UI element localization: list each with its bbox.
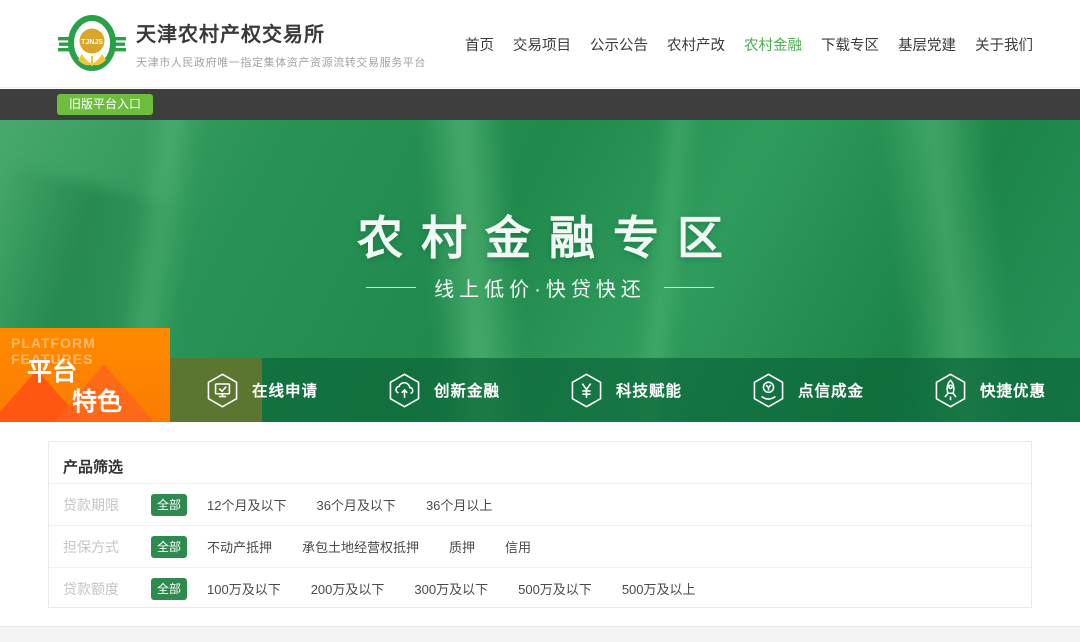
filter-row-label: 贷款额度: [63, 579, 137, 599]
cloud-up-icon: [386, 372, 423, 409]
filter-all-button[interactable]: 全部: [151, 494, 187, 516]
filter-all-button[interactable]: 全部: [151, 578, 187, 600]
tab-online-apply[interactable]: 在线申请: [170, 358, 352, 422]
hero-banner: 农村金融专区 线上低价·快贷快还 PLATFORM FEATURES 平台 特色: [0, 120, 1080, 422]
filter-options: 12个月及以下 36个月及以下 36个月以上: [207, 495, 522, 514]
filter-panel-title: 产品筛选: [63, 456, 123, 477]
filter-option[interactable]: 质押: [449, 537, 475, 556]
tab-label: 点信成金: [798, 379, 864, 401]
subtitle-line-left: [366, 287, 416, 288]
filter-option[interactable]: 300万及以下: [414, 579, 488, 598]
site-title: 天津农村产权交易所: [136, 18, 426, 47]
filter-all-button[interactable]: 全部: [151, 536, 187, 558]
filter-option[interactable]: 500万及以下: [518, 579, 592, 598]
logo-group[interactable]: TJNJS 天津农村产权交易所 天津市人民政府唯一指定集体资产资源流转交易服务平…: [58, 14, 426, 74]
old-platform-entry-button[interactable]: 旧版平台入口: [57, 94, 153, 115]
tab-innovative-finance[interactable]: 创新金融: [352, 358, 534, 422]
coin-hand-icon: [750, 372, 787, 409]
filter-option[interactable]: 36个月及以下: [316, 495, 395, 514]
rocket-icon: [932, 372, 969, 409]
tab-label: 科技赋能: [616, 379, 682, 401]
tab-credit-to-gold[interactable]: 点信成金: [716, 358, 898, 422]
nav-item-announcements[interactable]: 公示公告: [590, 34, 648, 55]
nav-item-trade-projects[interactable]: 交易项目: [513, 34, 571, 55]
site-logo-icon: TJNJS: [58, 14, 126, 74]
yen-icon: [568, 372, 605, 409]
nav-item-rural-finance[interactable]: 农村金融: [744, 34, 802, 55]
tab-label: 创新金融: [434, 379, 500, 401]
main-nav: 首页 交易项目 公示公告 农村产改 农村金融 下载专区 基层党建 关于我们: [465, 0, 1033, 88]
site-header: TJNJS 天津农村产权交易所 天津市人民政府唯一指定集体资产资源流转交易服务平…: [0, 0, 1080, 88]
tab-tech-empowerment[interactable]: 科技赋能: [534, 358, 716, 422]
nav-item-home[interactable]: 首页: [465, 34, 494, 55]
nav-item-party-building[interactable]: 基层党建: [898, 34, 956, 55]
site-subtitle: 天津市人民政府唯一指定集体资产资源流转交易服务平台: [136, 54, 426, 70]
page: TJNJS 天津农村产权交易所 天津市人民政府唯一指定集体资产资源流转交易服务平…: [0, 0, 1080, 642]
filter-option[interactable]: 36个月以上: [426, 495, 492, 514]
platform-features-block: PLATFORM FEATURES 平台 特色: [0, 328, 170, 422]
filter-row-label: 贷款期限: [63, 495, 137, 515]
features-title-line2: 特色: [72, 382, 122, 418]
nav-item-rural-reform[interactable]: 农村产改: [667, 34, 725, 55]
subtitle-line-right: [664, 287, 714, 288]
filter-row-loan-term: 贷款期限 全部 12个月及以下 36个月及以下 36个月以上: [49, 483, 1031, 525]
filter-row-label: 担保方式: [63, 537, 137, 557]
filter-option[interactable]: 承包土地经营权抵押: [302, 537, 419, 556]
tab-label: 快捷优惠: [980, 379, 1046, 401]
filter-options: 不动产抵押 承包土地经营权抵押 质押 信用: [207, 537, 561, 556]
title-block: 天津农村产权交易所 天津市人民政府唯一指定集体资产资源流转交易服务平台: [136, 18, 426, 70]
filter-option[interactable]: 500万及以上: [622, 579, 696, 598]
filter-row-guarantee-type: 担保方式 全部 不动产抵押 承包土地经营权抵押 质押 信用: [49, 525, 1031, 567]
banner-subtitle-row: 线上低价·快贷快还: [0, 272, 1080, 302]
filter-options: 100万及以下 200万及以下 300万及以下 500万及以下 500万及以上: [207, 579, 726, 598]
features-title-line1: 平台: [27, 352, 77, 388]
logo-text: TJNJS: [81, 39, 103, 46]
filter-option[interactable]: 200万及以下: [311, 579, 385, 598]
banner-title: 农村金融专区: [0, 202, 1080, 268]
nav-item-downloads[interactable]: 下载专区: [821, 34, 879, 55]
feature-tabs: 在线申请 创新金融 科技赋能: [170, 358, 1080, 422]
tab-label: 在线申请: [252, 379, 318, 401]
monitor-check-icon: [204, 372, 241, 409]
banner-subtitle: 线上低价·快贷快还: [434, 273, 646, 302]
tab-quick-discount[interactable]: 快捷优惠: [898, 358, 1080, 422]
filter-row-loan-amount: 贷款额度 全部 100万及以下 200万及以下 300万及以下 500万及以下 …: [49, 567, 1031, 609]
topbar: 旧版平台入口: [0, 89, 1080, 120]
filter-option[interactable]: 100万及以下: [207, 579, 281, 598]
filter-option[interactable]: 不动产抵押: [207, 537, 272, 556]
nav-item-about-us[interactable]: 关于我们: [975, 34, 1033, 55]
product-filter-panel: 产品筛选 贷款期限 全部 12个月及以下 36个月及以下 36个月以上 担保方式…: [48, 441, 1032, 608]
filter-option[interactable]: 信用: [505, 537, 531, 556]
footer-strip: [0, 626, 1080, 642]
filter-option[interactable]: 12个月及以下: [207, 495, 286, 514]
